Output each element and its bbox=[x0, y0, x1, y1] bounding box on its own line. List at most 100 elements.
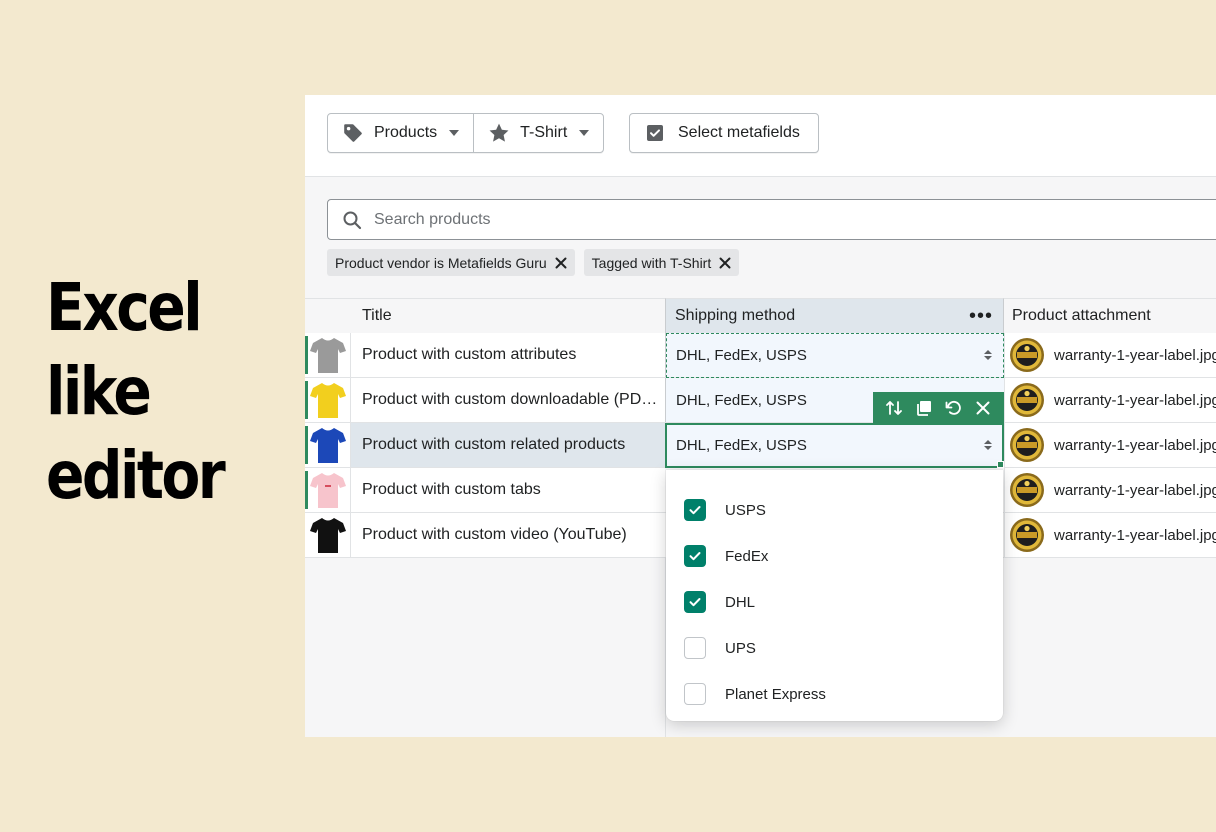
product-thumbnail[interactable] bbox=[305, 468, 351, 512]
attachment-cell[interactable]: warranty-1-year-label.jpg bbox=[1004, 378, 1216, 422]
option-ups[interactable]: UPS bbox=[666, 625, 1003, 671]
tshirt-icon bbox=[309, 473, 346, 508]
tshirt-dropdown-button[interactable]: T-Shirt bbox=[473, 114, 603, 152]
title-cell[interactable]: Product with custom attributes bbox=[351, 333, 665, 377]
select-metafields-label: Select metafields bbox=[678, 124, 800, 141]
table-row: Product with custom attributes DHL, FedEx… bbox=[305, 333, 1216, 378]
product-thumbnail[interactable] bbox=[305, 513, 351, 557]
shipping-value: DHL, FedEx, USPS bbox=[676, 346, 807, 364]
tshirt-label: T-Shirt bbox=[520, 124, 568, 141]
attachment-filename: warranty-1-year-label.jpg bbox=[1054, 526, 1216, 544]
cell-action-toolbar bbox=[873, 392, 1004, 423]
search-input[interactable]: Search products bbox=[327, 199, 1216, 240]
product-title: Product with custom related products bbox=[362, 436, 626, 453]
warranty-badge-icon bbox=[1010, 383, 1044, 417]
option-usps[interactable]: USPS bbox=[666, 487, 1003, 533]
column-header-label: Product attachment bbox=[1012, 307, 1151, 324]
attachment-cell[interactable]: warranty-1-year-label.jpg bbox=[1004, 513, 1216, 557]
option-label: FedEx bbox=[725, 547, 769, 565]
close-icon[interactable] bbox=[719, 257, 731, 269]
checkbox-icon bbox=[646, 124, 664, 142]
fill-handle[interactable] bbox=[997, 461, 1004, 468]
title-cell[interactable]: Product with custom tabs bbox=[351, 468, 665, 512]
attachment-cell[interactable]: warranty-1-year-label.jpg bbox=[1004, 468, 1216, 512]
shipping-method-dropdown: USPS FedEx DHL UPS Planet Express bbox=[666, 470, 1003, 721]
product-title: Product with custom tabs bbox=[362, 481, 541, 498]
option-fedex[interactable]: FedEx bbox=[666, 533, 1003, 579]
select-metafields-button[interactable]: Select metafields bbox=[629, 113, 819, 153]
close-icon[interactable] bbox=[972, 397, 994, 419]
attachment-cell[interactable]: warranty-1-year-label.jpg bbox=[1004, 333, 1216, 377]
tshirt-icon bbox=[309, 428, 346, 463]
title-cell[interactable]: Product with custom related products bbox=[351, 423, 665, 467]
copy-icon[interactable] bbox=[913, 397, 935, 419]
more-options-icon[interactable]: ••• bbox=[969, 306, 993, 326]
top-toolbar: Products T-Shirt Select metafields bbox=[305, 95, 1216, 177]
tag-icon bbox=[342, 122, 364, 144]
headline-line-1: Excel bbox=[46, 269, 203, 346]
headline-line-2: like bbox=[46, 353, 152, 430]
product-thumbnail[interactable] bbox=[305, 423, 351, 467]
product-title: Product with custom attributes bbox=[362, 346, 577, 363]
resource-selector: Products T-Shirt bbox=[327, 113, 605, 153]
filter-chip-label: Tagged with T-Shirt bbox=[591, 254, 712, 271]
checkbox-unchecked[interactable] bbox=[684, 683, 706, 705]
attachment-filename: warranty-1-year-label.jpg bbox=[1054, 436, 1216, 454]
attachment-filename: warranty-1-year-label.jpg bbox=[1054, 346, 1216, 364]
checkbox-checked[interactable] bbox=[684, 591, 706, 613]
search-icon bbox=[342, 210, 362, 230]
warranty-badge-icon bbox=[1010, 518, 1044, 552]
title-cell[interactable]: Product with custom video (YouTube) bbox=[351, 513, 665, 557]
shipping-value: DHL, FedEx, USPS bbox=[676, 436, 807, 454]
headline: Excel like editor bbox=[46, 266, 226, 518]
column-header-shipping[interactable]: Shipping method ••• bbox=[665, 298, 1004, 334]
star-icon bbox=[488, 122, 510, 144]
filter-chip-vendor: Product vendor is Metafields Guru bbox=[327, 249, 575, 276]
checkbox-checked[interactable] bbox=[684, 499, 706, 521]
app-window: Products T-Shirt Select metafields Searc… bbox=[305, 95, 1216, 737]
option-label: USPS bbox=[725, 501, 766, 519]
attachment-filename: warranty-1-year-label.jpg bbox=[1054, 481, 1216, 499]
row-status-marker bbox=[305, 471, 308, 509]
checkbox-checked[interactable] bbox=[684, 545, 706, 567]
row-status-marker bbox=[305, 336, 308, 374]
table-row: Product with custom related products DHL,… bbox=[305, 423, 1216, 468]
column-header-label: Title bbox=[362, 307, 392, 324]
warranty-badge-icon bbox=[1010, 428, 1044, 462]
close-icon[interactable] bbox=[555, 257, 567, 269]
row-status-marker bbox=[305, 426, 308, 464]
row-status-marker bbox=[305, 381, 308, 419]
select-arrows-icon bbox=[984, 350, 992, 360]
attachment-cell[interactable]: warranty-1-year-label.jpg bbox=[1004, 423, 1216, 467]
sort-arrows-icon[interactable] bbox=[883, 397, 905, 419]
option-dhl[interactable]: DHL bbox=[666, 579, 1003, 625]
shipping-cell[interactable]: DHL, FedEx, USPS bbox=[665, 333, 1004, 377]
table-row: Product with custom downloadable (PD… DHL… bbox=[305, 378, 1216, 423]
products-label: Products bbox=[374, 124, 438, 141]
products-dropdown-button[interactable]: Products bbox=[328, 114, 473, 152]
undo-icon[interactable] bbox=[942, 397, 964, 419]
column-header-attachment[interactable]: Product attachment bbox=[1004, 298, 1216, 334]
option-label: DHL bbox=[725, 593, 756, 611]
chevron-down-icon bbox=[449, 130, 460, 136]
product-title: Product with custom downloadable (PD… bbox=[362, 391, 658, 408]
title-cell[interactable]: Product with custom downloadable (PD… bbox=[351, 378, 665, 422]
checkmark-icon bbox=[689, 506, 701, 515]
filter-chip-tag: Tagged with T-Shirt bbox=[583, 249, 740, 276]
warranty-badge-icon bbox=[1010, 338, 1044, 372]
option-planet-express[interactable]: Planet Express bbox=[666, 671, 1003, 717]
attachment-filename: warranty-1-year-label.jpg bbox=[1054, 391, 1216, 409]
search-placeholder: Search products bbox=[374, 210, 491, 228]
product-thumbnail[interactable] bbox=[305, 378, 351, 422]
shipping-cell[interactable]: DHL, FedEx, USPS bbox=[665, 423, 1004, 467]
select-arrows-icon bbox=[984, 440, 992, 450]
applied-filters: Product vendor is Metafields Guru Tagged… bbox=[327, 249, 740, 276]
checkbox-unchecked[interactable] bbox=[684, 637, 706, 659]
shipping-value: DHL, FedEx, USPS bbox=[676, 391, 807, 409]
tshirt-icon bbox=[309, 518, 346, 553]
tshirt-icon bbox=[309, 338, 346, 373]
column-header-title[interactable]: Title bbox=[305, 298, 665, 334]
product-title: Product with custom video (YouTube) bbox=[362, 526, 627, 543]
product-thumbnail[interactable] bbox=[305, 333, 351, 377]
warranty-badge-icon bbox=[1010, 473, 1044, 507]
